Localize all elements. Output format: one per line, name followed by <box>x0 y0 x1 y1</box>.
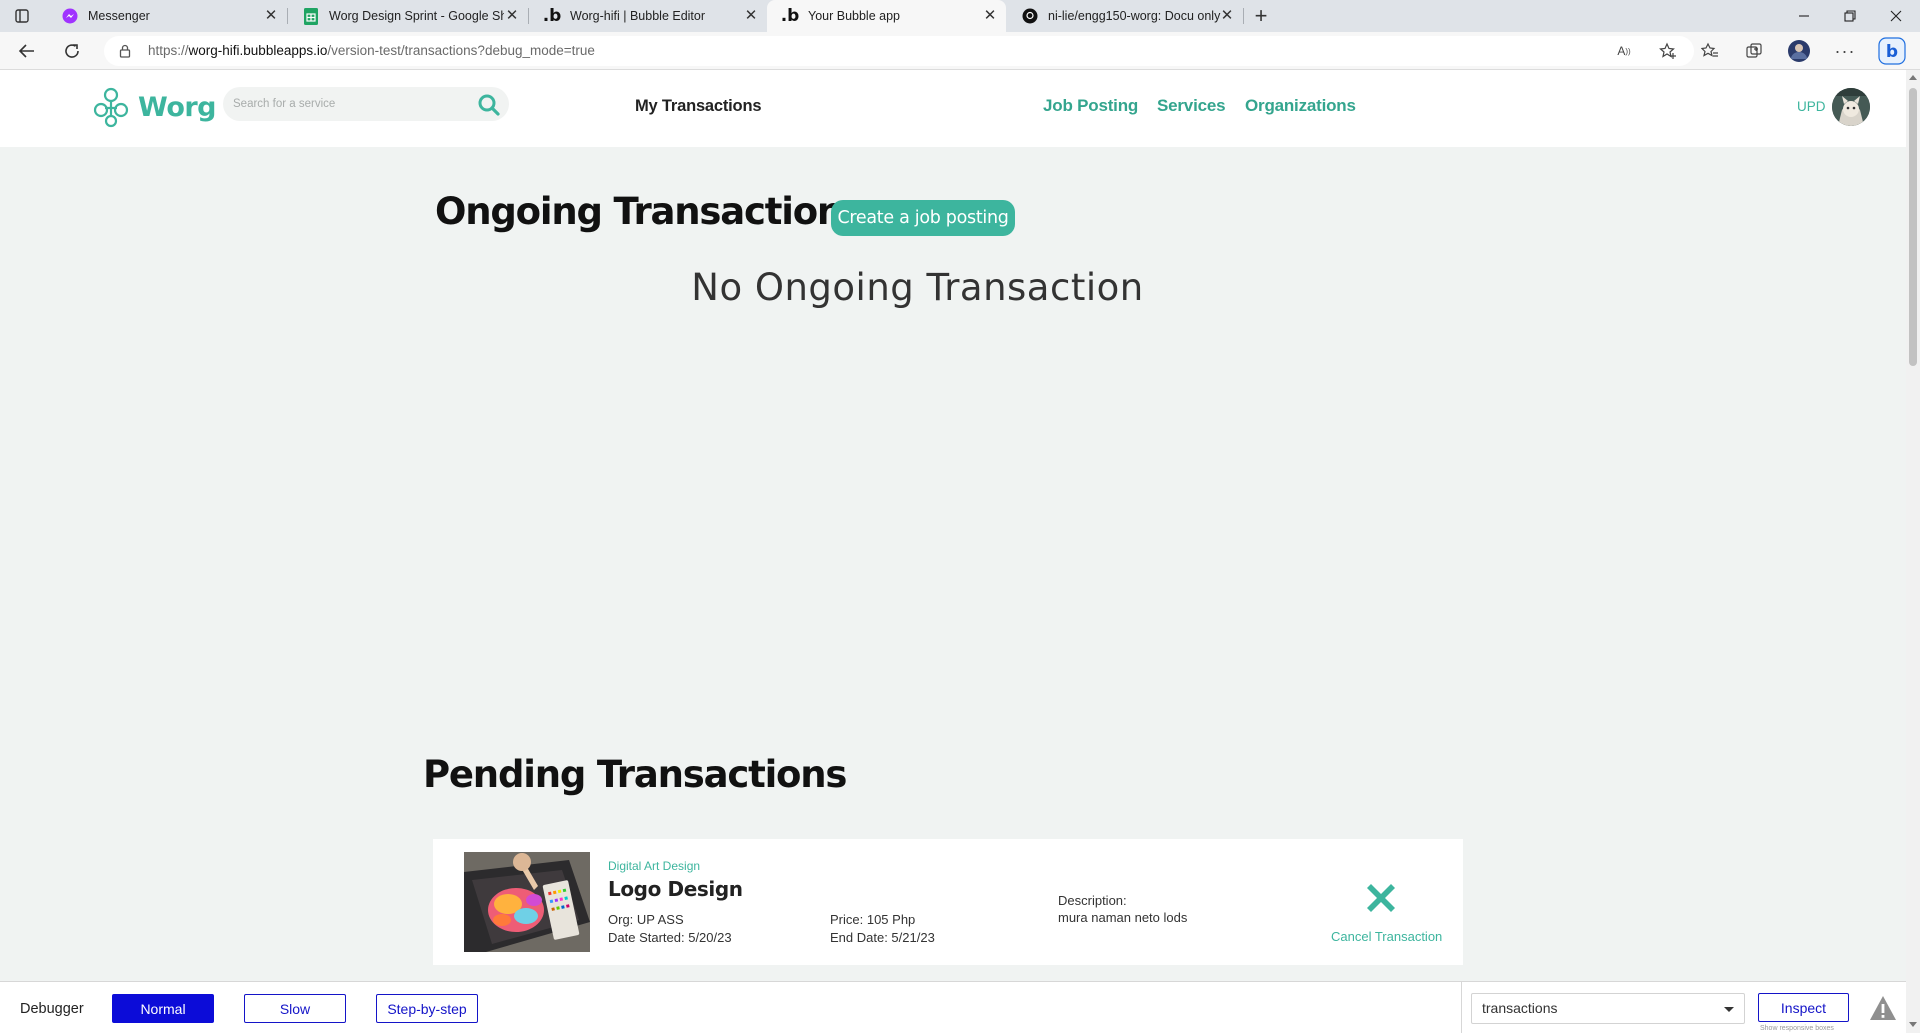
logo[interactable]: Worg <box>90 86 217 128</box>
bubble-icon: .b <box>780 6 800 26</box>
description-text: mura naman neto lods <box>1058 910 1188 925</box>
page-scrollbar[interactable] <box>1906 70 1920 1033</box>
tab-label: Your Bubble app <box>808 9 900 23</box>
pending-title: Pending Transactions <box>423 753 847 796</box>
inspect-button[interactable]: Inspect <box>1758 993 1849 1022</box>
page-select[interactable]: transactions <box>1471 993 1745 1024</box>
lock-icon[interactable] <box>112 38 138 64</box>
app-header: Worg My Transactions Job Posting Service… <box>0 70 1906 147</box>
url-host: worg-hifi.bubbleapps.io <box>188 43 328 58</box>
close-window-icon[interactable] <box>1873 0 1919 32</box>
new-tab-icon[interactable]: + <box>1247 2 1275 30</box>
more-menu-icon[interactable]: ··· <box>1832 38 1858 64</box>
logo-text: Worg <box>138 91 217 123</box>
github-icon <box>1021 7 1039 25</box>
cancel-transaction-button[interactable]: Cancel Transaction <box>1331 929 1451 944</box>
org-field: Org: UP ASS <box>608 912 684 927</box>
browser-tab-bar: Messenger ✕ Worg Design Sprint - Google … <box>0 0 1920 32</box>
description-label: Description: <box>1058 893 1127 908</box>
tab-messenger[interactable]: Messenger ✕ <box>47 0 287 32</box>
tab-your-bubble-app[interactable]: .b Your Bubble app ✕ <box>767 0 1006 32</box>
url-scheme: https:// <box>148 43 189 58</box>
scrollbar-thumb[interactable] <box>1909 88 1917 366</box>
back-icon[interactable] <box>13 37 41 65</box>
mode-slow-button[interactable]: Slow <box>244 994 346 1023</box>
browser-address-bar: https://worg-hifi.bubbleapps.io/version-… <box>0 32 1920 70</box>
ongoing-title: Ongoing Transactions <box>435 190 864 233</box>
bubble-icon: .b <box>542 6 562 26</box>
debugger-bar: Debugger Normal Slow Step-by-step transa… <box>0 981 1906 1033</box>
tab-label: Worg Design Sprint - Google Sheets <box>329 9 504 23</box>
url-text: https://worg-hifi.bubbleapps.io/version-… <box>148 43 595 58</box>
profile-avatar-icon[interactable] <box>1786 38 1812 64</box>
tab-divider <box>1243 8 1244 24</box>
close-tab-icon[interactable]: ✕ <box>502 6 522 26</box>
nav-organizations[interactable]: Organizations <box>1245 96 1356 116</box>
show-responsive-boxes-link[interactable]: Show responsive boxes <box>1760 1025 1834 1032</box>
transaction-card: Digital Art Design Logo Design Org: UP A… <box>433 839 1463 965</box>
search-icon[interactable] <box>477 93 501 117</box>
add-favorite-icon[interactable] <box>1655 38 1681 64</box>
read-aloud-icon[interactable]: A)) <box>1611 38 1637 64</box>
scroll-up-icon[interactable] <box>1909 75 1917 80</box>
bing-copilot-icon[interactable]: b <box>1877 36 1907 66</box>
sheets-icon <box>302 7 320 25</box>
close-tab-icon[interactable]: ✕ <box>1217 6 1237 26</box>
close-tab-icon[interactable]: ✕ <box>741 6 761 26</box>
price-field: Price: 105 Php <box>830 912 916 927</box>
collections-icon[interactable] <box>1741 38 1767 64</box>
chevron-down-icon <box>1724 1007 1734 1012</box>
debugger-divider <box>1461 982 1462 1033</box>
url-path: /version-test/transactions?debug_mode=tr… <box>327 43 595 58</box>
worg-logo-icon <box>93 87 129 128</box>
avatar[interactable] <box>1832 88 1870 126</box>
tab-label: Messenger <box>88 9 150 23</box>
mode-normal-button[interactable]: Normal <box>112 994 214 1023</box>
restore-icon[interactable] <box>1827 0 1873 32</box>
tab-actions-icon[interactable] <box>8 2 36 30</box>
search-input[interactable] <box>233 87 463 121</box>
create-job-posting-button[interactable]: Create a job posting <box>831 200 1015 236</box>
nav-job-posting[interactable]: Job Posting <box>1043 96 1138 116</box>
service-search <box>223 87 509 121</box>
warning-icon[interactable] <box>1868 994 1898 1022</box>
tab-label: ni-lie/engg150-worg: Docu only <box>1048 9 1221 23</box>
debugger-label: Debugger <box>20 1001 84 1017</box>
mode-step-by-step-button[interactable]: Step-by-step <box>376 994 478 1023</box>
nav-services[interactable]: Services <box>1157 96 1226 116</box>
close-icon[interactable] <box>1362 879 1400 917</box>
nav-my-transactions[interactable]: My Transactions <box>635 97 761 116</box>
user-label[interactable]: UPD <box>1797 99 1826 114</box>
date-started-field: Date Started: 5/20/23 <box>608 930 732 945</box>
tab-bubble-editor[interactable]: .b Worg-hifi | Bubble Editor ✕ <box>529 0 767 32</box>
favorites-icon[interactable] <box>1697 38 1723 64</box>
minimize-icon[interactable] <box>1781 0 1827 32</box>
tab-github[interactable]: ni-lie/engg150-worg: Docu only ✕ <box>1007 0 1243 32</box>
close-tab-icon[interactable]: ✕ <box>261 6 281 26</box>
reload-icon[interactable] <box>58 37 86 65</box>
service-title: Logo Design <box>608 877 743 901</box>
url-field[interactable]: https://worg-hifi.bubbleapps.io/version-… <box>104 36 1694 66</box>
close-tab-icon[interactable]: ✕ <box>980 6 1000 26</box>
svg-text:b: b <box>1886 42 1898 62</box>
tab-google-sheets[interactable]: Worg Design Sprint - Google Sheets ✕ <box>288 0 528 32</box>
service-category: Digital Art Design <box>608 859 701 873</box>
empty-state-message: No Ongoing Transaction <box>691 266 1144 309</box>
scroll-down-icon[interactable] <box>1909 1022 1917 1027</box>
service-thumbnail <box>464 852 590 952</box>
messenger-icon <box>61 7 79 25</box>
end-date-field: End Date: 5/21/23 <box>830 930 935 945</box>
page-select-value: transactions <box>1482 1000 1558 1016</box>
tab-label: Worg-hifi | Bubble Editor <box>570 9 706 23</box>
